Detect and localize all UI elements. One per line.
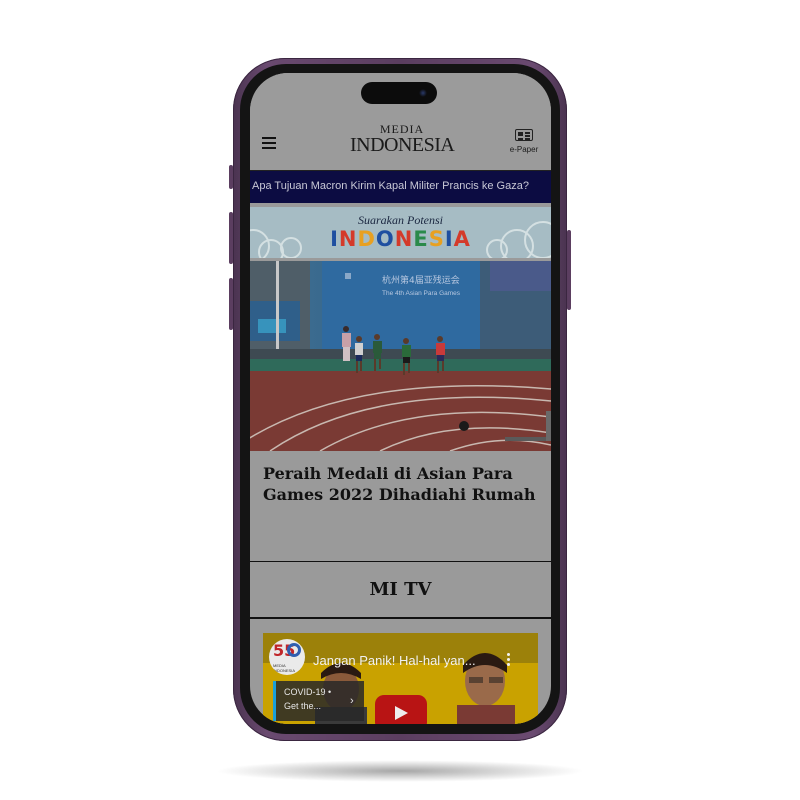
video-title[interactable]: Jangan Panik! Hal-hal yan... (313, 653, 476, 668)
front-camera-icon (419, 89, 427, 97)
volume-up-button (229, 212, 233, 264)
channel-ring-icon (287, 643, 301, 657)
epaper-label: e-Paper (509, 145, 539, 154)
hamburger-menu-icon[interactable] (262, 137, 276, 149)
mute-switch (229, 165, 233, 189)
power-button (567, 230, 571, 310)
venue-sign-en: The 4th Asian Para Games (382, 290, 461, 297)
site-logo[interactable]: MEDIA INDONESIA (350, 123, 455, 156)
section-title: MI TV (369, 579, 432, 600)
channel-avatar[interactable]: 55 MEDIA INDONESIA (269, 639, 305, 675)
info-card-link: Get the... (284, 701, 322, 711)
race-track-image: 杭州第4届亚残运会 The 4th Asian Para Games (250, 261, 551, 451)
article-photo[interactable]: 杭州第4届亚残运会 The 4th Asian Para Games (250, 261, 551, 451)
article-headline-area: Peraih Medali di Asian Para Games 2022 D… (250, 451, 551, 561)
video-embed[interactable]: 55 MEDIA INDONESIA Jangan Panik! Hal-hal… (263, 633, 538, 724)
banner-title: INDONESIA (330, 227, 471, 251)
more-vertical-icon[interactable] (507, 653, 511, 668)
youtube-play-icon[interactable] (375, 695, 427, 724)
chevron-right-icon: › (350, 695, 354, 707)
article-headline[interactable]: Peraih Medali di Asian Para Games 2022 D… (263, 463, 539, 505)
breaking-news-ticker[interactable]: Apa Tujuan Macron Kirim Kapal Militer Pr… (250, 170, 551, 203)
venue-sign-cn: 杭州第4届亚残运会 (382, 274, 460, 286)
volume-down-button (229, 278, 233, 330)
mitv-section-header: MI TV (250, 561, 551, 619)
logo-line2: INDONESIA (350, 134, 455, 156)
phone-screen: MEDIA INDONESIA e-Paper Apa Tujuan Macro… (250, 73, 551, 724)
phone-shadow (215, 760, 585, 782)
ticker-headline[interactable]: Apa Tujuan Macron Kirim Kapal Militer Pr… (252, 180, 529, 192)
banner-subtitle: Suarakan Potensi (358, 213, 443, 227)
campaign-banner[interactable]: Suarakan Potensi INDONESIA (250, 207, 551, 258)
info-card[interactable]: COVID-19 • Get the... › (273, 681, 364, 721)
epaper-button[interactable]: e-Paper (506, 129, 542, 154)
newspaper-icon (515, 129, 533, 141)
info-card-title: COVID-19 • (284, 687, 332, 697)
channel-small-text: MEDIA INDONESIA (273, 663, 296, 673)
